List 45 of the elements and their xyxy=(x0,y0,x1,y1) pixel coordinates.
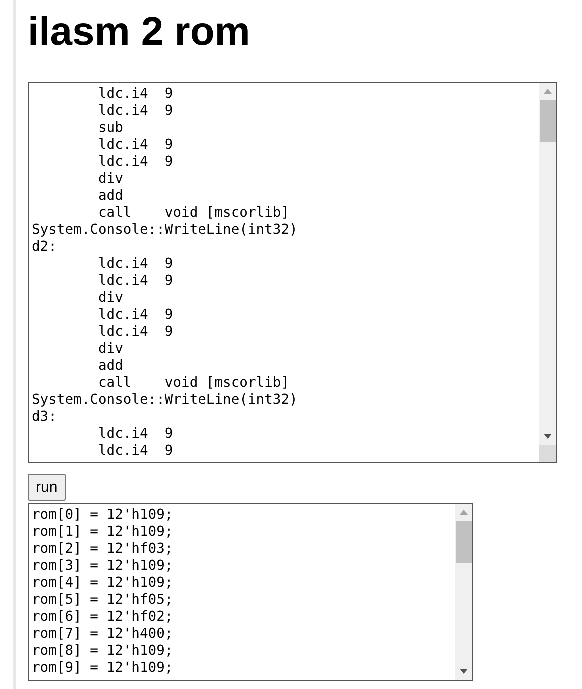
output-text-area[interactable]: rom[0] = 12'h109; rom[1] = 12'h109; rom[2] = 12'hf03; rom[3] = 12'h109; rom[4] = 12'h109; rom[5] = 12'hf05; rom[6] = 12'hf02; rom[7] = 12'h400; rom[8] = 12'h109; rom[9] = 12'h109; xyxy=(28,503,473,681)
code-line: div xyxy=(97,341,124,358)
output-line: rom[0] = 12'h109; xyxy=(32,507,174,524)
output-line: rom[5] = 12'hf05; xyxy=(32,592,174,609)
resize-grip-icon[interactable] xyxy=(539,445,556,462)
code-line: System.Console::WriteLine(int32) xyxy=(32,222,299,239)
output-line: rom[8] = 12'h109; xyxy=(32,643,174,660)
scrollbar[interactable] xyxy=(539,83,556,462)
code-line: ldc.i4 9 xyxy=(97,86,174,103)
code-line: ldc.i4 9 xyxy=(97,324,174,341)
code-line: d3: xyxy=(32,409,58,426)
code-line: ldc.i4 9 xyxy=(97,273,174,290)
scrollbar-thumb[interactable] xyxy=(540,100,556,142)
code-line: ldc.i4 9 xyxy=(97,256,174,273)
code-line: sub xyxy=(97,120,124,137)
code-line: d2: xyxy=(32,239,58,256)
run-button[interactable]: run xyxy=(28,474,66,501)
scroll-up-arrow-icon[interactable] xyxy=(544,89,552,94)
code-line: ldc.i4 9 xyxy=(97,426,174,443)
output-line: rom[1] = 12'h109; xyxy=(32,524,174,541)
output-line: rom[2] = 12'hf03; xyxy=(32,541,174,558)
scrollbar-thumb[interactable] xyxy=(456,521,472,563)
output-line: rom[6] = 12'hf02; xyxy=(32,609,174,626)
code-line: ldc.i4 9 xyxy=(97,154,174,171)
code-line: ldc.i4 9 xyxy=(97,443,174,460)
code-line: call void [mscorlib] xyxy=(97,205,290,222)
code-text-area[interactable] xyxy=(28,82,557,463)
code-line: div xyxy=(97,171,124,188)
scrollbar[interactable] xyxy=(455,504,472,680)
output-line: rom[9] = 12'h109; xyxy=(32,660,174,677)
code-line: System.Console::WriteLine(int32) xyxy=(32,392,299,409)
scroll-down-arrow-icon[interactable] xyxy=(544,434,552,439)
code-line: add xyxy=(97,188,124,205)
page-title: ilasm 2 rom xyxy=(28,9,252,56)
code-line: ldc.i4 9 xyxy=(97,307,174,324)
code-line: ldc.i4 9 xyxy=(97,137,174,154)
output-line: rom[4] = 12'h109; xyxy=(32,575,174,592)
code-line: div xyxy=(97,290,124,307)
scroll-up-arrow-icon[interactable] xyxy=(460,510,468,515)
output-line: rom[3] = 12'h109; xyxy=(32,558,174,575)
code-line: call void [mscorlib] xyxy=(97,375,290,392)
output-line: rom[7] = 12'h400; xyxy=(32,626,174,643)
code-line: add xyxy=(97,358,124,375)
code-line: ldc.i4 9 xyxy=(97,103,174,120)
scroll-down-arrow-icon[interactable] xyxy=(460,669,468,674)
